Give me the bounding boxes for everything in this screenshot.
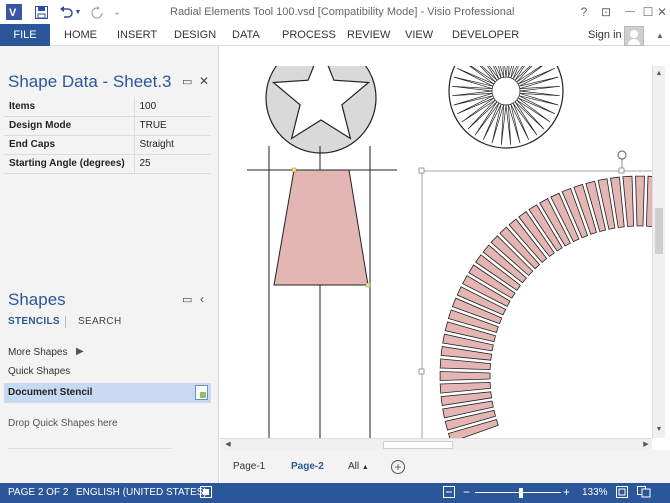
page-tab-2[interactable]: Page-2 — [291, 461, 324, 472]
page-tab-1[interactable]: Page-1 — [233, 461, 265, 472]
tab-home[interactable]: HOME — [64, 24, 97, 46]
radial-spike-shape[interactable] — [448, 66, 564, 149]
undo-dropdown-icon[interactable]: ▼ — [74, 3, 82, 21]
pane-options-icon[interactable]: ▭ — [182, 75, 192, 88]
shape-data-row[interactable]: End Caps Straight — [4, 135, 211, 155]
title-bar: V ▼ ₌ Radial Elements Tool 100.vsd [Comp… — [0, 0, 670, 24]
zoom-slider-thumb[interactable] — [519, 488, 523, 498]
tab-insert[interactable]: INSERT — [117, 24, 157, 46]
divider — [8, 448, 172, 449]
shape-data-key: End Caps — [4, 135, 135, 155]
zoom-slider[interactable] — [475, 492, 561, 493]
horizontal-scrollbar[interactable]: ◀ ▶ — [220, 438, 652, 450]
page-indicator[interactable]: PAGE 2 OF 2 — [8, 487, 68, 498]
ring-element — [439, 371, 491, 381]
add-page-icon[interactable]: + — [391, 460, 405, 474]
all-pages-label: All — [348, 461, 360, 472]
minimize-button[interactable]: — — [620, 3, 640, 21]
ring-element — [622, 175, 635, 227]
shapes-title: Shapes — [8, 290, 66, 309]
save-icon[interactable] — [32, 3, 50, 21]
language-indicator[interactable]: ENGLISH (UNITED STATES) — [76, 487, 207, 498]
macro-icon[interactable] — [200, 486, 212, 501]
drawing-canvas[interactable] — [220, 66, 652, 438]
more-shapes-item[interactable]: More Shapes ▶ — [8, 346, 84, 358]
scroll-up-icon[interactable]: ▲ — [653, 68, 665, 80]
horizontal-scroll-thumb[interactable] — [383, 441, 453, 449]
tab-review[interactable]: REVIEW — [347, 24, 390, 46]
file-tab[interactable]: FILE — [0, 24, 50, 46]
shape-data-key: Items — [4, 97, 135, 117]
shape-data-table: Items 100 Design Mode TRUE End Caps Stra… — [4, 97, 211, 174]
close-pane-icon[interactable]: ✕ — [199, 74, 209, 88]
shapes-pane-options-icon[interactable]: ▭ — [182, 293, 192, 306]
vertical-scrollbar[interactable]: ▲ ▼ — [652, 66, 665, 438]
fit-page-icon[interactable] — [443, 486, 455, 501]
tab-view[interactable]: VIEW — [405, 24, 433, 46]
status-bar: PAGE 2 OF 2 ENGLISH (UNITED STATES) − + … — [0, 483, 670, 503]
tab-design[interactable]: DESIGN — [174, 24, 216, 46]
customize-qat-icon[interactable]: ₌ — [112, 3, 122, 21]
shape-data-key: Starting Angle (degrees) — [4, 154, 135, 174]
shape-data-key: Design Mode — [4, 116, 135, 136]
stencil-file-icon — [195, 385, 208, 400]
collapse-ribbon-icon[interactable]: ▲ — [650, 27, 670, 45]
shape-data-row[interactable]: Starting Angle (degrees) 25 — [4, 154, 211, 174]
window-title: Radial Elements Tool 100.vsd [Compatibil… — [170, 6, 515, 18]
selection-handle[interactable] — [418, 368, 425, 375]
shape-data-value[interactable]: TRUE — [134, 116, 211, 136]
control-handle[interactable] — [365, 282, 371, 288]
collapse-shapes-icon[interactable]: ‹ — [200, 292, 204, 306]
all-pages-button[interactable]: All ▲ — [348, 461, 369, 472]
undo-icon[interactable] — [56, 3, 76, 21]
document-stencil-label: Document Stencil — [8, 387, 93, 398]
zoom-out-icon[interactable]: − — [463, 485, 470, 499]
quick-shapes-item[interactable]: Quick Shapes — [8, 366, 70, 377]
rotation-handle-icon[interactable] — [617, 150, 627, 168]
document-stencil-item[interactable]: Document Stencil — [4, 383, 211, 403]
control-handle[interactable] — [291, 167, 297, 173]
shape-data-row[interactable]: Design Mode TRUE — [4, 116, 211, 136]
shape-data-row[interactable]: Items 100 — [4, 97, 211, 117]
svg-text:V: V — [9, 7, 17, 19]
shape-data-value[interactable]: 25 — [134, 154, 211, 174]
avatar[interactable] — [624, 26, 644, 46]
star-circle-shape[interactable] — [265, 66, 377, 154]
fit-window-icon[interactable] — [616, 486, 628, 501]
help-button[interactable]: ? — [574, 3, 594, 21]
page-tabs: Page-1 Page-2 All ▲ + — [220, 450, 670, 483]
zoom-in-icon[interactable]: + — [563, 485, 570, 499]
radial-ring-shape[interactable] — [439, 175, 652, 438]
switch-windows-icon[interactable] — [637, 486, 651, 501]
more-shapes-label: More Shapes — [8, 347, 68, 358]
vertical-scroll-thumb[interactable] — [655, 208, 663, 254]
ring-element — [635, 175, 645, 227]
ring-element — [439, 358, 491, 371]
left-panel: Shape Data - Sheet.3 ▭ ✕ Items 100 Desig… — [0, 46, 219, 483]
chevron-right-icon: ▶ — [76, 346, 84, 357]
drop-quick-shapes-hint: Drop Quick Shapes here — [8, 418, 118, 429]
tab-divider — [65, 316, 66, 328]
shape-data-value[interactable]: 100 — [134, 97, 211, 117]
ring-element — [439, 381, 491, 394]
tab-data[interactable]: DATA — [232, 24, 260, 46]
close-button[interactable]: ✕ — [652, 3, 670, 21]
ribbon-display-options-icon[interactable]: ⊡ — [596, 3, 616, 21]
sign-in-link[interactable]: Sign in — [588, 24, 622, 46]
shape-data-title: Shape Data - Sheet.3 — [8, 72, 172, 91]
trapezoid-element-shape[interactable] — [273, 169, 369, 286]
shape-data-value[interactable]: Straight — [134, 135, 211, 155]
triangle-up-icon: ▲ — [361, 464, 369, 471]
redo-icon[interactable] — [88, 3, 106, 21]
selection-handle[interactable] — [418, 167, 425, 174]
tab-stencils[interactable]: STENCILS — [8, 316, 60, 327]
visio-logo-icon: V — [4, 3, 24, 21]
scroll-down-icon[interactable]: ▼ — [653, 424, 665, 436]
tab-search[interactable]: SEARCH — [78, 316, 121, 327]
zoom-level[interactable]: 133% — [582, 487, 608, 498]
tab-developer[interactable]: DEVELOPER — [452, 24, 519, 46]
ribbon-tabs: FILE HOME INSERT DESIGN DATA PROCESS REV… — [0, 24, 670, 46]
tab-process[interactable]: PROCESS — [282, 24, 336, 46]
selection-handle[interactable] — [618, 167, 625, 174]
